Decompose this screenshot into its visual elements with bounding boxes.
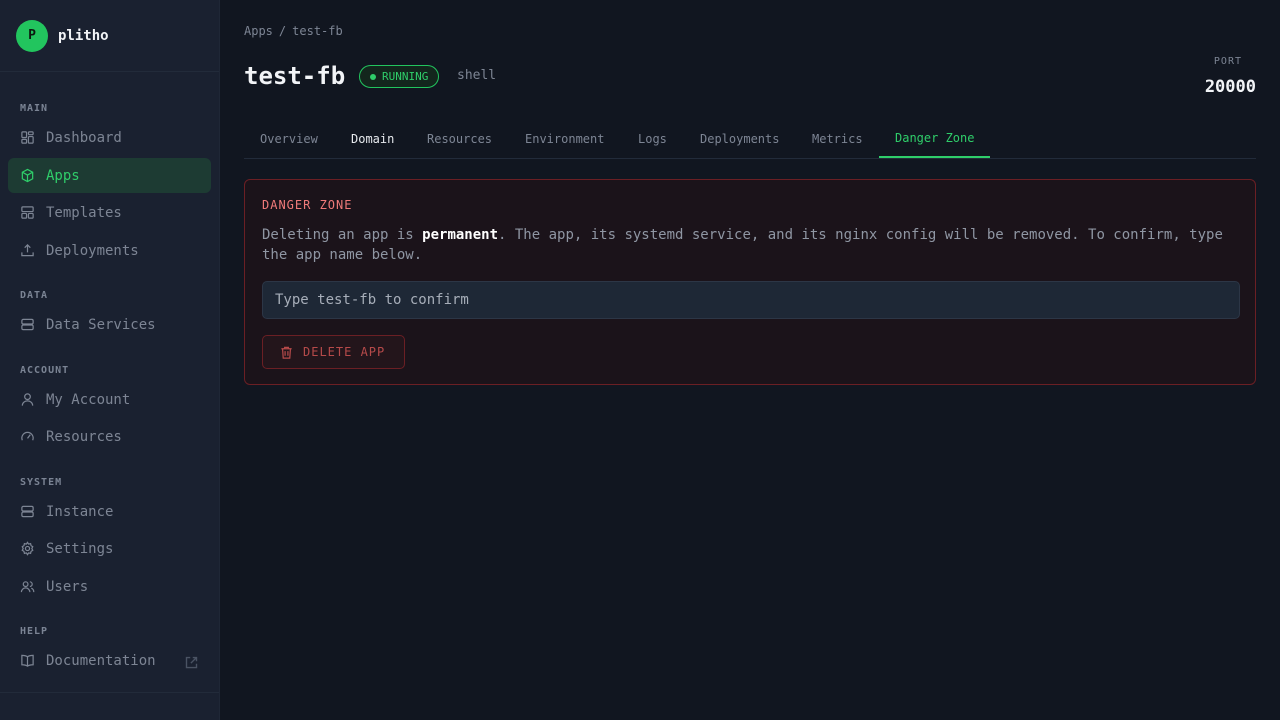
cube-icon <box>21 168 34 183</box>
tab-environment[interactable]: Environment <box>509 120 620 158</box>
external-link-icon <box>185 656 198 669</box>
sidebar-footer-divider <box>0 692 219 693</box>
sidebar-item-label: Settings <box>46 540 114 557</box>
sidebar-item-label: My Account <box>46 391 131 408</box>
sidebar-item-label: Instance <box>46 503 114 520</box>
sidebar-item-my-account[interactable]: My Account <box>8 382 211 417</box>
breadcrumb: Apps / test-fb <box>244 24 343 38</box>
brand[interactable]: P plitho <box>0 0 219 72</box>
nav-section-main: MAIN <box>20 103 49 114</box>
sidebar-item-label: Resources <box>46 428 122 445</box>
tab-logs[interactable]: Logs <box>622 120 683 158</box>
sidebar-item-label: Data Services <box>46 316 156 333</box>
gear-icon <box>21 541 34 556</box>
danger-zone-description: Deleting an app is permanent. The app, i… <box>262 225 1242 265</box>
nav-section-system: SYSTEM <box>20 477 63 488</box>
trash-icon <box>281 346 292 359</box>
delete-app-label: DELETE APP <box>303 345 386 359</box>
sidebar-item-label: Documentation <box>46 652 156 669</box>
nav-section-help: HELP <box>20 626 49 637</box>
port-value: 20000 <box>1204 77 1256 97</box>
tab-deployments[interactable]: Deployments <box>684 120 795 158</box>
sidebar-item-label: Deployments <box>46 242 139 259</box>
tab-danger-zone[interactable]: Danger Zone <box>879 120 991 158</box>
sidebar-item-resources[interactable]: Resources <box>8 419 211 454</box>
status-label: RUNNING <box>382 70 429 83</box>
sidebar-item-label: Templates <box>46 204 122 221</box>
database-icon <box>21 318 34 331</box>
sidebar-item-settings[interactable]: Settings <box>8 531 211 566</box>
nav-section-data: DATA <box>20 290 49 301</box>
sidebar-item-dashboard[interactable]: Dashboard <box>8 120 211 155</box>
sidebar-item-apps[interactable]: Apps <box>8 158 211 193</box>
tab-overview[interactable]: Overview <box>244 120 334 158</box>
brand-name: plitho <box>58 27 109 44</box>
templates-icon <box>21 206 34 219</box>
delete-app-button[interactable]: DELETE APP <box>262 335 405 369</box>
sidebar-item-label: Users <box>46 578 89 595</box>
user-icon <box>21 393 34 406</box>
tab-domain[interactable]: Domain <box>335 120 410 158</box>
users-icon <box>20 581 35 593</box>
sidebar-item-data-services[interactable]: Data Services <box>8 307 211 342</box>
tab-resources[interactable]: Resources <box>411 120 508 158</box>
danger-zone-title: DANGER ZONE <box>262 198 353 212</box>
description-text-start: Deleting an app is <box>262 227 423 243</box>
sidebar-item-documentation[interactable]: Documentation <box>8 643 211 678</box>
page-title: test-fb <box>244 62 346 90</box>
gauge-icon <box>21 431 34 441</box>
confirm-app-name-input[interactable] <box>262 281 1240 319</box>
sidebar-item-users[interactable]: Users <box>8 569 211 604</box>
breadcrumb-separator: / <box>278 24 287 38</box>
danger-zone-card: DANGER ZONE Deleting an app is permanent… <box>244 179 1256 385</box>
status-badge: RUNNING <box>359 65 440 88</box>
breadcrumb-current: test-fb <box>292 24 343 38</box>
description-emphasis: permanent <box>422 227 499 243</box>
sidebar-item-templates[interactable]: Templates <box>8 195 211 230</box>
sidebar-item-label: Apps <box>46 167 80 184</box>
breadcrumb-apps-link[interactable]: Apps <box>244 24 273 38</box>
port-label: PORT <box>1213 56 1242 67</box>
sidebar-item-deployments[interactable]: Deployments <box>8 233 211 268</box>
server-icon <box>21 505 34 518</box>
nav-section-account: ACCOUNT <box>20 365 70 376</box>
tab-metrics[interactable]: Metrics <box>796 120 879 158</box>
sidebar-item-label: Dashboard <box>46 129 122 146</box>
runtime-label: shell <box>457 68 497 83</box>
sidebar-item-instance[interactable]: Instance <box>8 494 211 529</box>
dashboard-icon <box>21 131 34 144</box>
tab-bar: Overview Domain Resources Environment Lo… <box>244 120 1256 159</box>
upload-icon <box>21 244 34 257</box>
brand-logo: P <box>16 19 48 52</box>
sidebar: P plitho MAIN Dashboard Apps Templates D… <box>0 0 220 720</box>
status-dot <box>370 73 376 80</box>
book-icon <box>21 654 34 667</box>
